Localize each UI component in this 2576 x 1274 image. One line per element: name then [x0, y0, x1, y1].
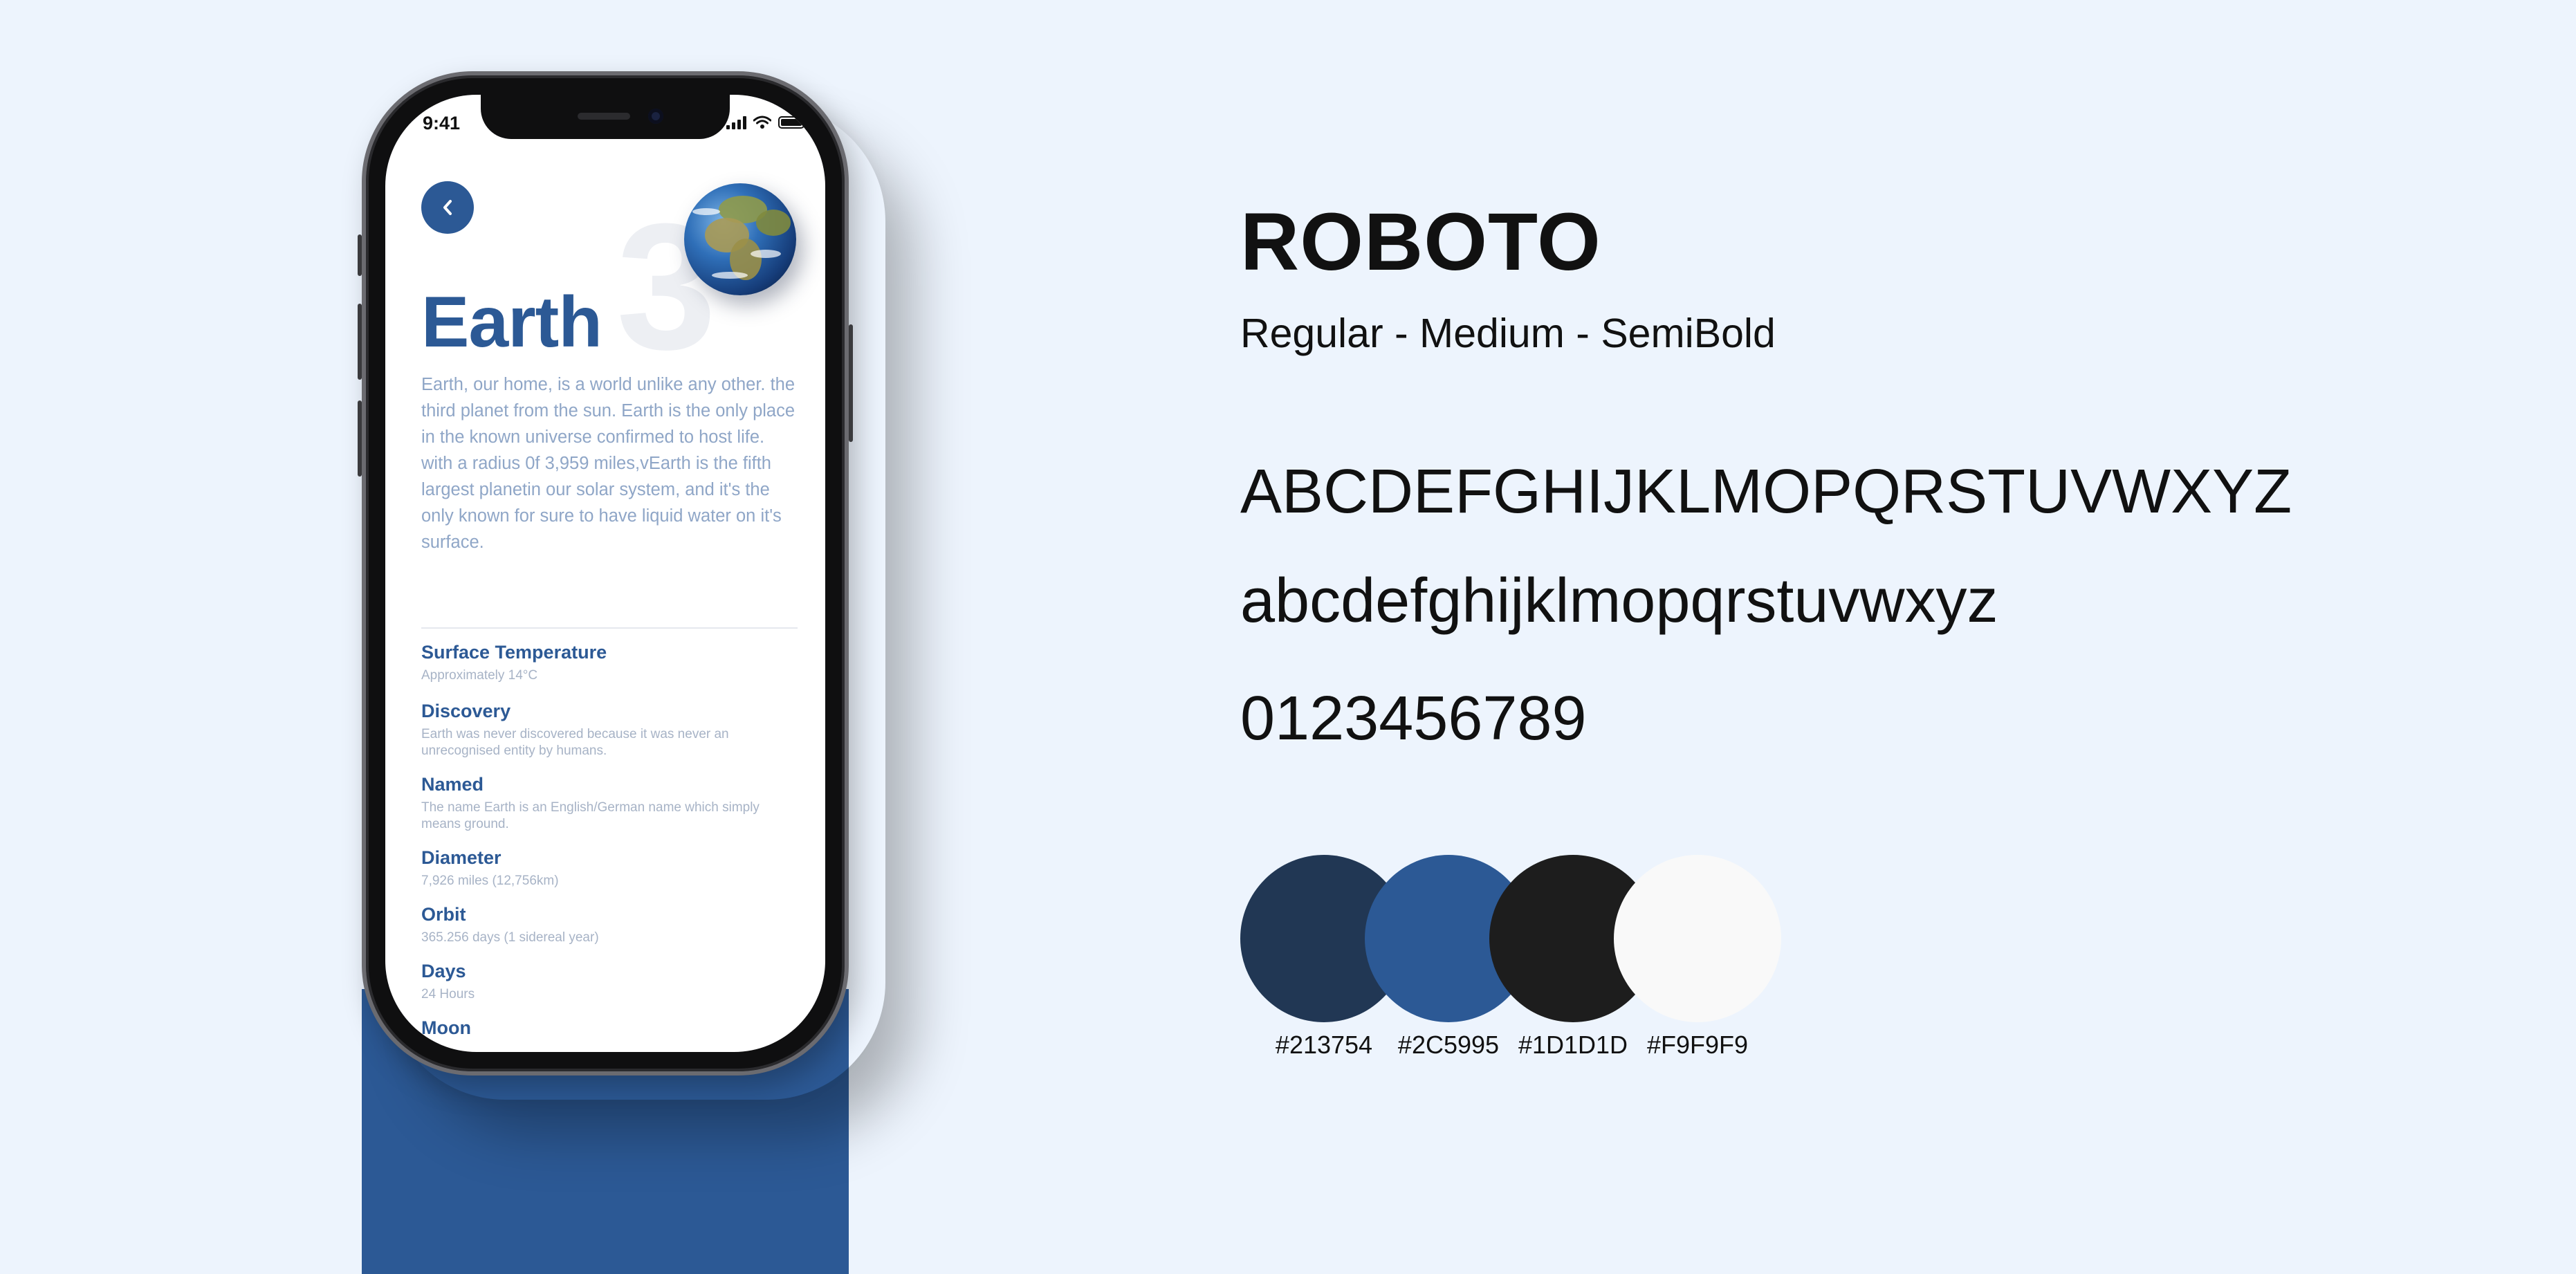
chevron-left-icon [443, 200, 452, 215]
planet-title: Earth [421, 282, 602, 362]
font-weights: Regular - Medium - SemiBold [1240, 311, 1776, 356]
fact-title: Surface Temperature [421, 642, 607, 663]
fact-value: 365.256 days (1 sidereal year) [421, 930, 599, 945]
uppercase-sample: ABCDEFGHIJKLMOPQRSTUVWXYZ [1240, 457, 2292, 526]
mute-switch [358, 234, 362, 276]
status-time: 9:41 [423, 113, 461, 133]
speaker-grille [578, 113, 630, 120]
front-camera [648, 109, 663, 124]
font-name: ROBOTO [1240, 196, 1601, 288]
fact-orbit: Orbit 365.256 days (1 sidereal year) [421, 904, 798, 946]
fact-title: Discovery [421, 701, 511, 721]
color-label-white: #F9F9F9 [1646, 1031, 1749, 1059]
fact-diameter: Diameter 7,926 miles (12,756km) [421, 847, 798, 889]
power-button [849, 324, 853, 442]
volume-up-button [358, 304, 362, 380]
cellular-signal-icon [726, 116, 746, 129]
fact-value: The name Earth is an English/German name… [421, 800, 760, 831]
fact-value: Earth was never discovered because it wa… [421, 727, 729, 758]
fact-moon: Moon 1 [421, 1017, 798, 1052]
status-icons [726, 114, 807, 131]
fact-title: Named [421, 774, 484, 795]
fact-named: Named The name Earth is an English/Germa… [421, 774, 798, 833]
battery-icon [778, 116, 807, 129]
fact-title: Diameter [421, 847, 502, 868]
fact-value: 1 [421, 1044, 429, 1052]
divider [421, 627, 798, 629]
fact-title: Orbit [421, 904, 466, 925]
fact-title: Moon [421, 1017, 471, 1038]
planet-description: Earth, our home, is a world unlike any o… [421, 375, 795, 552]
earth-image [684, 183, 796, 295]
volume-down-button [358, 400, 362, 477]
fact-value: 24 Hours [421, 987, 475, 1001]
fact-days: Days 24 Hours [421, 961, 798, 1003]
phone-mockup: 9:41 3 Earth Earth, our home, is a world… [358, 71, 853, 1075]
fact-value: 7,926 miles (12,756km) [421, 874, 559, 888]
fact-title: Days [421, 961, 466, 981]
fact-value: Approximately 14°C [421, 668, 538, 683]
digits-sample: 0123456789 [1240, 684, 1587, 753]
color-swatch-white [1614, 855, 1781, 1022]
wifi-icon [753, 116, 771, 129]
lowercase-sample: abcdefghijklmopqrstuvwxyz [1240, 566, 1998, 636]
fact-discovery: Discovery Earth was never discovered bec… [421, 701, 798, 759]
phone-screen: 9:41 3 Earth Earth, our home, is a world… [385, 95, 825, 1052]
notch [481, 95, 730, 139]
back-button[interactable] [421, 181, 474, 234]
fact-surface-temperature: Surface Temperature Approximately 14°C [421, 642, 798, 684]
